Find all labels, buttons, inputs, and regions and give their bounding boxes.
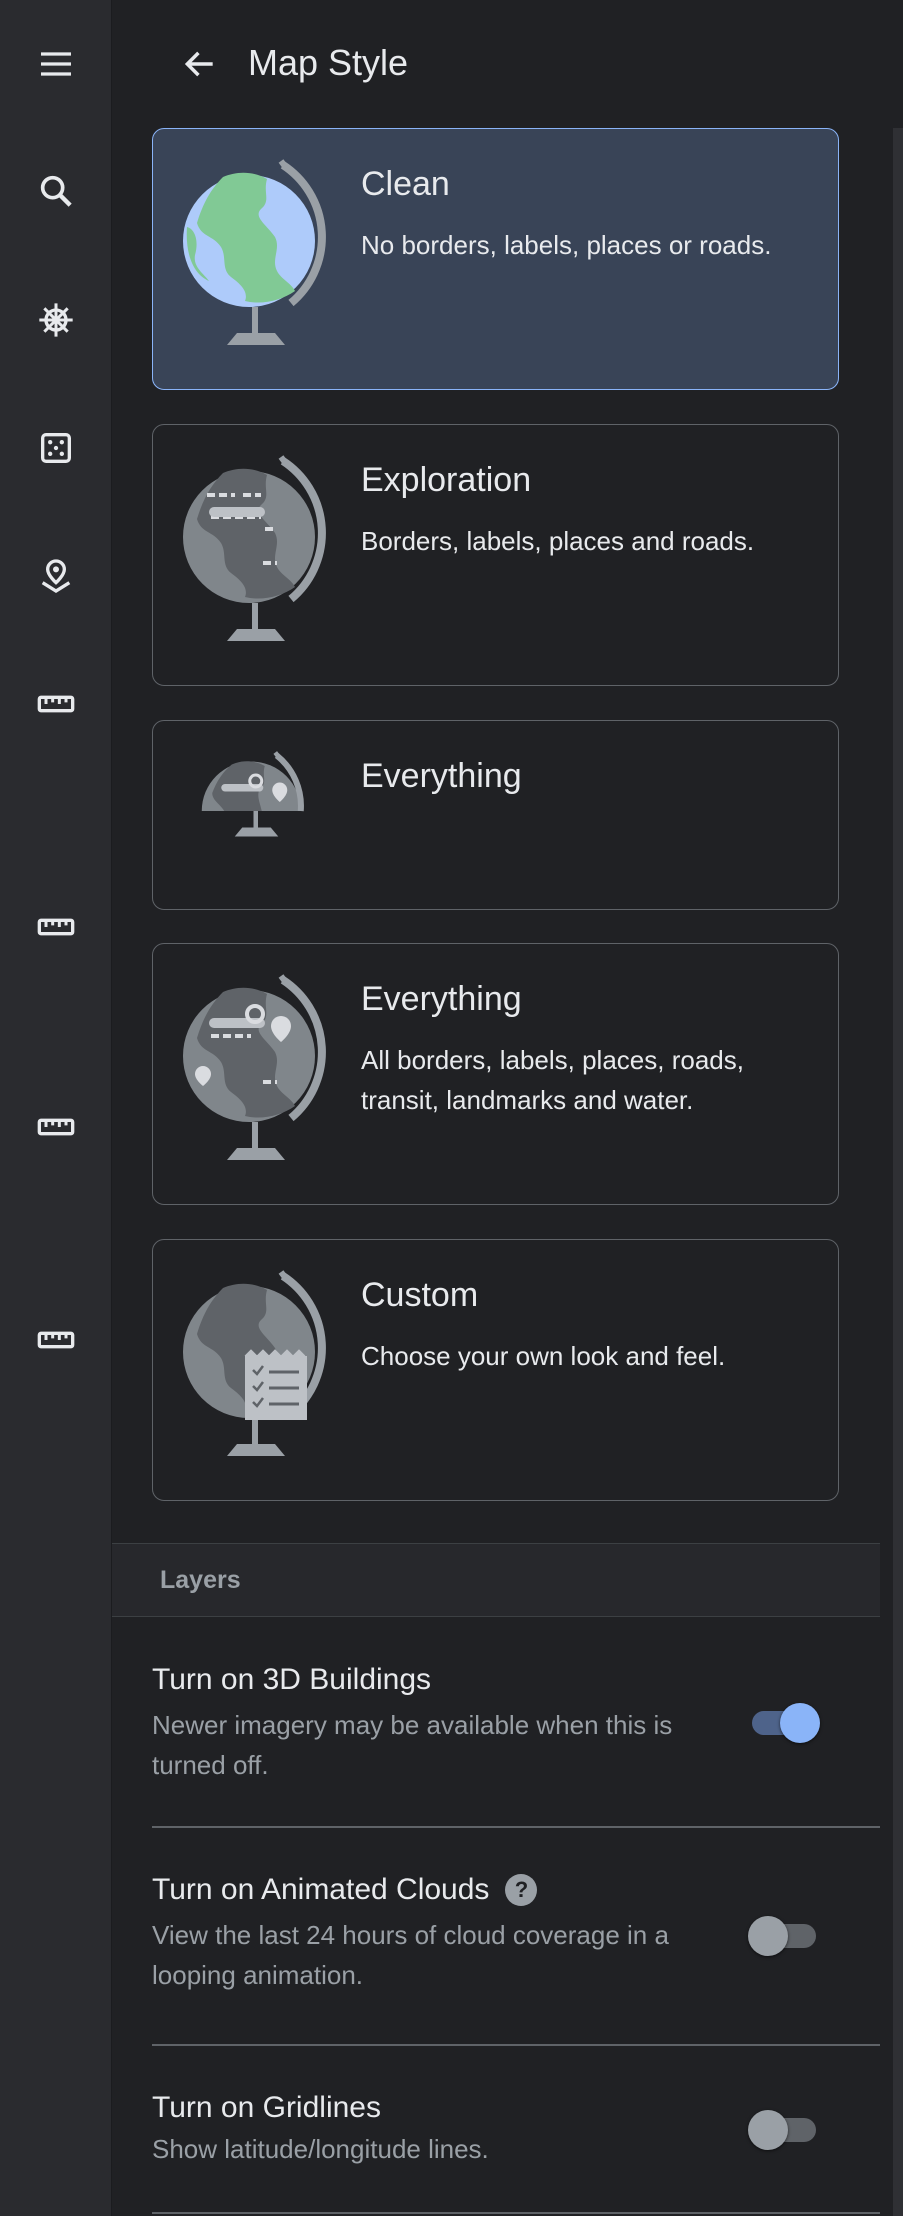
style-card-clean[interactable]: Clean No borders, labels, places or road… <box>152 128 839 390</box>
scrollbar[interactable] <box>893 128 903 2216</box>
layer-title-wrap: Turn on Animated Clouds ? <box>152 1873 880 1907</box>
layers-section-header: Layers <box>112 1543 880 1617</box>
style-title: Everything <box>361 757 522 795</box>
style-title: Clean <box>361 165 450 203</box>
style-description: All borders, labels, places, roads, tran… <box>361 1045 744 1115</box>
style-card-exploration[interactable]: Exploration Borders, labels, places and … <box>152 424 839 686</box>
style-card-everything-full[interactable]: Everything All borders, labels, places, … <box>152 943 839 1205</box>
style-card-custom[interactable]: Custom Choose your own look and feel. <box>152 1239 839 1501</box>
style-card-everything[interactable]: Everything <box>152 720 839 910</box>
page-title: Map Style <box>248 42 409 83</box>
globe-everything-full-icon <box>183 974 326 1160</box>
globe-custom-icon <box>183 1270 326 1456</box>
style-title: Custom <box>361 1276 479 1314</box>
style-description: Borders, labels, places and roads. <box>361 526 755 556</box>
style-title: Everything <box>361 980 522 1018</box>
ruler-icon[interactable] <box>26 897 86 957</box>
dice-icon[interactable] <box>26 418 86 478</box>
map-pin-icon[interactable] <box>26 546 86 606</box>
gridlines-toggle[interactable] <box>748 2108 820 2152</box>
ship-wheel-icon[interactable] <box>26 290 86 350</box>
globe-clean-icon <box>183 159 326 345</box>
panel-header: Map Style <box>112 0 903 128</box>
map-style-panel: Map Style Clean No borders, labels, plac… <box>112 0 903 2216</box>
ruler-icon[interactable] <box>26 1097 86 1157</box>
toggle-thumb <box>748 2110 788 2150</box>
search-icon[interactable] <box>26 161 86 221</box>
side-rail <box>0 0 112 2216</box>
globe-exploration-icon <box>183 455 326 641</box>
toggle-thumb <box>748 1916 788 1956</box>
style-title: Exploration <box>361 461 532 499</box>
layer-description: View the last 24 hours of cloud coverage… <box>152 1920 669 1990</box>
globe-everything-icon <box>201 751 304 837</box>
divider <box>152 2044 880 2046</box>
style-description: Choose your own look and feel. <box>361 1341 726 1371</box>
layer-title: Turn on 3D Buildings <box>152 1663 432 1696</box>
layer-description: Show latitude/longitude lines. <box>152 2134 489 2164</box>
back-arrow-icon[interactable] <box>170 34 230 94</box>
animated-clouds-toggle[interactable] <box>748 1914 820 1958</box>
layers-label: Layers <box>160 1566 241 1594</box>
style-description: No borders, labels, places or roads. <box>361 230 772 260</box>
help-icon[interactable]: ? <box>505 1874 538 1906</box>
divider <box>152 1826 880 1828</box>
ruler-icon[interactable] <box>26 674 86 734</box>
ruler-icon[interactable] <box>26 1310 86 1370</box>
toggle-thumb <box>780 1703 820 1743</box>
layer-description: Newer imagery may be available when this… <box>152 1710 673 1780</box>
layer-title: Turn on Animated Clouds <box>152 1873 490 1906</box>
3d-buildings-toggle[interactable] <box>748 1701 820 1745</box>
menu-icon[interactable] <box>26 34 86 94</box>
divider <box>152 2212 880 2214</box>
